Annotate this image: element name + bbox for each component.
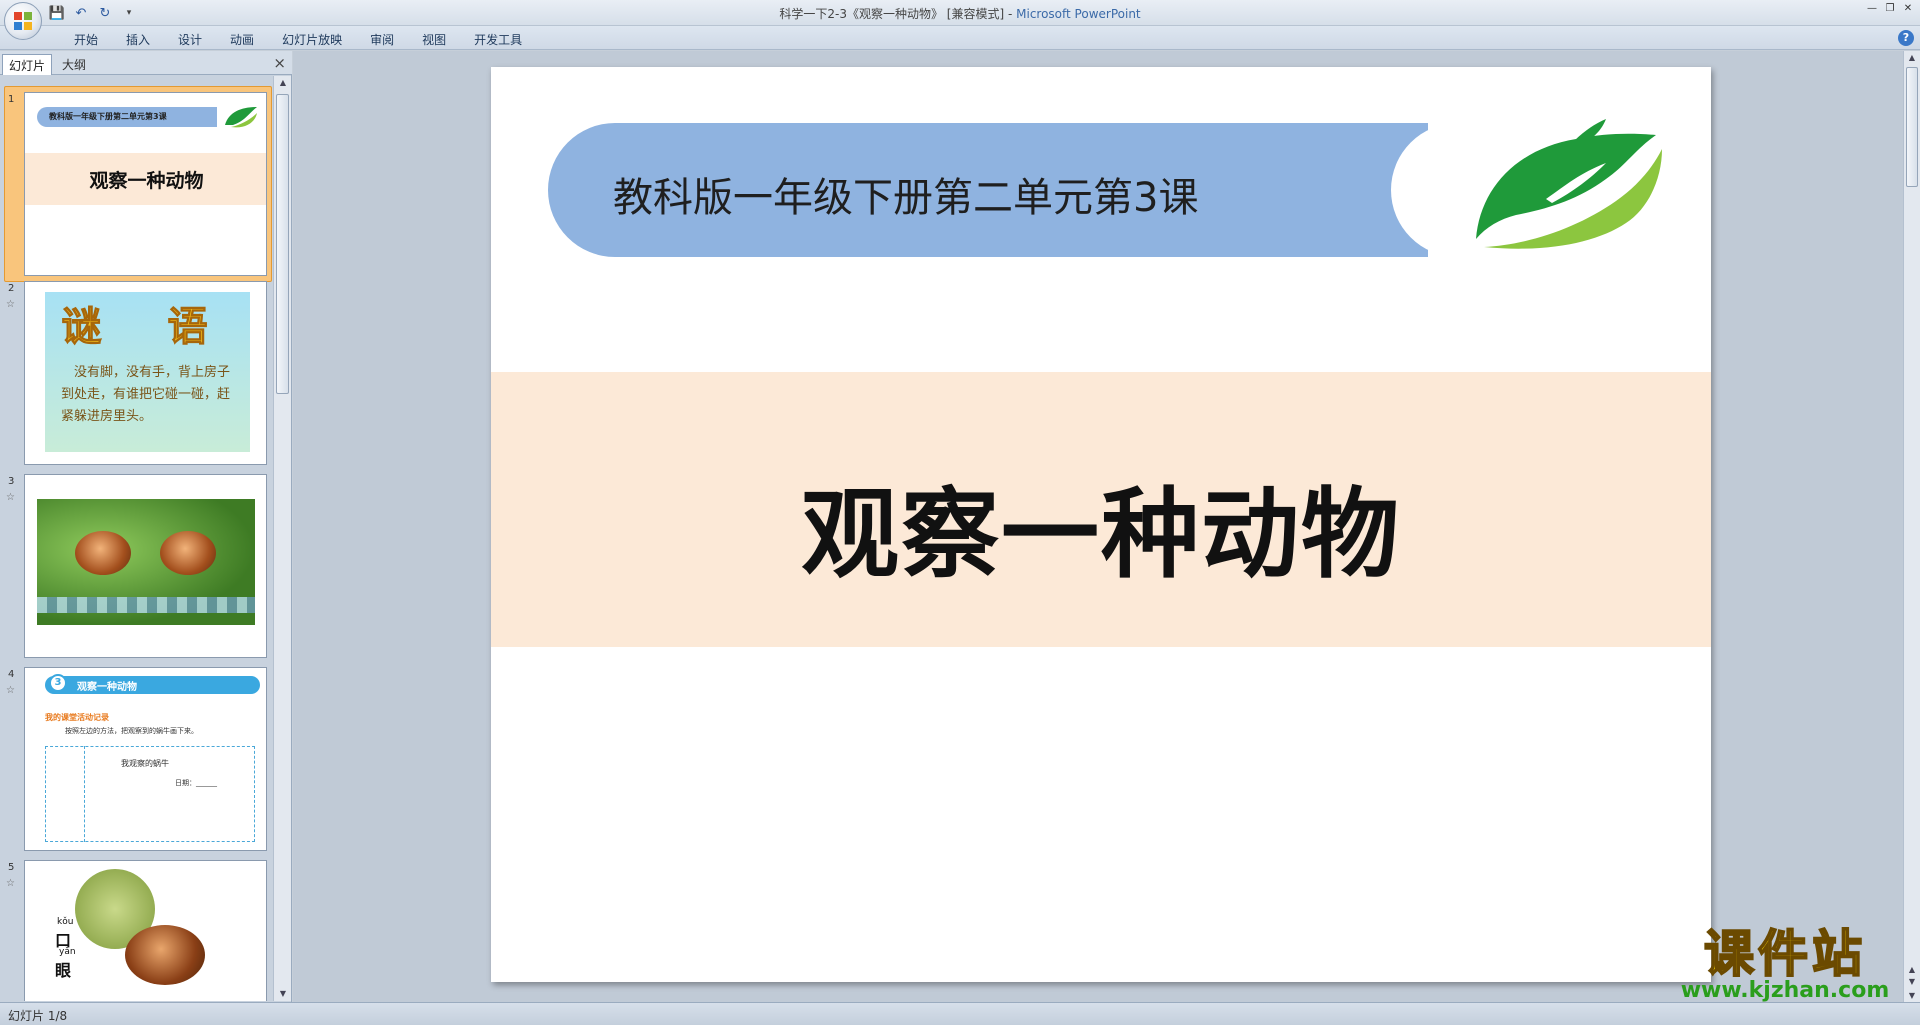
water-drops (37, 597, 255, 613)
tab-home[interactable]: 开始 (60, 29, 112, 50)
tab-developer[interactable]: 开发工具 (460, 29, 536, 50)
slide-thumbnail-5[interactable]: 5 ☆ kǒu 口 yǎn 眼 (0, 860, 274, 1001)
slide-number: 4 (8, 669, 15, 680)
thumbnail-frame: 谜 语 没有脚，没有手，背上房子到处走，有谁把它碰一碰，赶紧躲进房里头。 (24, 281, 267, 465)
app-name: Microsoft PowerPoint (1016, 7, 1141, 21)
slide-thumbnail-1[interactable]: 1 教科版一年级下册第二单元第3课 观察一种动物 (0, 86, 274, 282)
close-icon[interactable]: ✕ (1900, 2, 1916, 16)
scroll-up-icon[interactable]: ▲ (277, 78, 289, 88)
thumbnail-frame: 3 观察一种动物 我的课堂活动记录 按照左边的方法，把观察到的蜗牛画下来。 我观… (24, 667, 267, 851)
slide-title[interactable]: 观察一种动物 (491, 455, 1711, 597)
slide-number: 3 (8, 476, 15, 487)
leaf-logo-icon (225, 107, 257, 128)
scroll-up-icon[interactable]: ▲ (1906, 53, 1918, 62)
banner-text[interactable]: 教科版一年级下册第二单元第3课 (613, 165, 1198, 223)
tab-slides[interactable]: 幻灯片 (2, 54, 53, 75)
tab-view[interactable]: 视图 (408, 29, 460, 50)
slides-panel: 幻灯片 大纲 × 1 教科版一年级下册第二单元第3课 观察一种动物 2 ☆ 谜 … (0, 51, 292, 1002)
lesson-number-badge: 3 (49, 674, 67, 692)
watermark-logo-text: 课件站 (1703, 925, 1866, 983)
slide-thumbnail-2[interactable]: 2 ☆ 谜 语 没有脚，没有手，背上房子到处走，有谁把它碰一碰，赶紧躲进房里头。 (0, 281, 274, 471)
previous-slide-icon[interactable]: ▲ (1906, 965, 1918, 974)
window-controls: — ❐ ✕ (1864, 2, 1916, 16)
thumbnail-frame (24, 474, 267, 658)
tab-animations[interactable]: 动画 (216, 29, 268, 50)
document-title: 科学一下2-3《观察一种动物》 [兼容模式] - (779, 7, 1017, 21)
slide-thumbnail-3[interactable]: 3 ☆ (0, 474, 274, 664)
snail-shell (125, 925, 205, 985)
watermark-url: www.kjzhan.com (1680, 978, 1890, 1003)
thumb-instruction: 按照左边的方法，把观察到的蜗牛画下来。 (65, 727, 198, 735)
leaf-logo-icon (1476, 119, 1662, 249)
pinyin-kou: kǒu (57, 917, 74, 927)
tab-outline[interactable]: 大纲 (56, 54, 92, 75)
animation-star-icon: ☆ (6, 685, 15, 696)
scroll-thumb[interactable] (276, 94, 289, 394)
ribbon-tabs: 开始 插入 设计 动画 幻灯片放映 审阅 视图 开发工具 (60, 29, 536, 50)
slide-number: 5 (8, 862, 15, 873)
snail-shell-left (75, 531, 131, 575)
help-icon[interactable]: ? (1898, 30, 1914, 46)
slide-thumbnail-4[interactable]: 4 ☆ 3 观察一种动物 我的课堂活动记录 按照左边的方法，把观察到的蜗牛画下来… (0, 667, 274, 857)
slide-counter: 幻灯片 1/8 (8, 1009, 68, 1023)
slide-number: 1 (8, 94, 15, 105)
date-label: 日期：______ (175, 779, 217, 787)
slide-thumbnails: 1 教科版一年级下册第二单元第3课 观察一种动物 2 ☆ 谜 语 没有脚，没有手… (0, 76, 274, 1001)
scroll-down-icon[interactable]: ▼ (1906, 991, 1918, 1000)
record-table-column (45, 746, 85, 842)
tab-review[interactable]: 审阅 (356, 29, 408, 50)
watermark: 课件站 www.kjzhan.com (1668, 925, 1902, 1003)
scroll-down-icon[interactable]: ▼ (277, 989, 289, 999)
close-panel-icon[interactable]: × (273, 54, 286, 72)
snail-shell-right (160, 531, 216, 575)
thumb-lesson-title: 观察一种动物 (77, 682, 137, 693)
thumb-heading: 谜 语 (61, 304, 234, 351)
thumbnail-frame: kǒu 口 yǎn 眼 (24, 860, 267, 1001)
animation-star-icon: ☆ (6, 299, 15, 310)
scroll-thumb[interactable] (1906, 67, 1918, 187)
thumb-subheading: 我的课堂活动记录 (45, 713, 109, 722)
tab-design[interactable]: 设计 (164, 29, 216, 50)
office-logo-icon (14, 12, 34, 32)
animation-star-icon: ☆ (6, 492, 15, 503)
minimize-icon[interactable]: — (1864, 2, 1880, 16)
tab-insert[interactable]: 插入 (112, 29, 164, 50)
thumb-title: 观察一种动物 (89, 170, 204, 192)
status-bar: 幻灯片 1/8 (0, 1002, 1920, 1025)
tab-slide-show[interactable]: 幻灯片放映 (268, 29, 356, 50)
char-yan: 眼 (55, 961, 72, 980)
ribbon: 开始 插入 设计 动画 幻灯片放映 审阅 视图 开发工具 ? (0, 26, 1920, 50)
pinyin-yan: yǎn (59, 947, 76, 957)
thumbnail-scrollbar[interactable]: ▲ ▼ (273, 76, 291, 1001)
thumb-banner-text: 教科版一年级下册第二单元第3课 (49, 112, 167, 121)
office-button[interactable] (4, 2, 42, 40)
thumbnail-frame: 教科版一年级下册第二单元第3课 观察一种动物 (24, 92, 267, 276)
record-label: 我观察的蜗牛 (121, 759, 169, 768)
slide-number: 2 (8, 283, 15, 294)
panel-tabs: 幻灯片 大纲 × (0, 51, 292, 75)
thumb-riddle: 没有脚，没有手，背上房子到处走，有谁把它碰一碰，赶紧躲进房里头。 (61, 365, 231, 424)
restore-icon[interactable]: ❐ (1882, 2, 1898, 16)
window-title: 科学一下2-3《观察一种动物》 [兼容模式] - Microsoft Power… (0, 5, 1920, 22)
next-slide-icon[interactable]: ▼ (1906, 977, 1918, 986)
title-bar: 💾 ↶ ↻ ▾ 科学一下2-3《观察一种动物》 [兼容模式] - Microso… (0, 0, 1920, 26)
slide-canvas[interactable]: 教科版一年级下册第二单元第3课 观察一种动物 (491, 67, 1711, 982)
animation-star-icon: ☆ (6, 878, 15, 889)
editor-scrollbar[interactable]: ▲ ▲ ▼ ▼ (1903, 51, 1920, 1002)
